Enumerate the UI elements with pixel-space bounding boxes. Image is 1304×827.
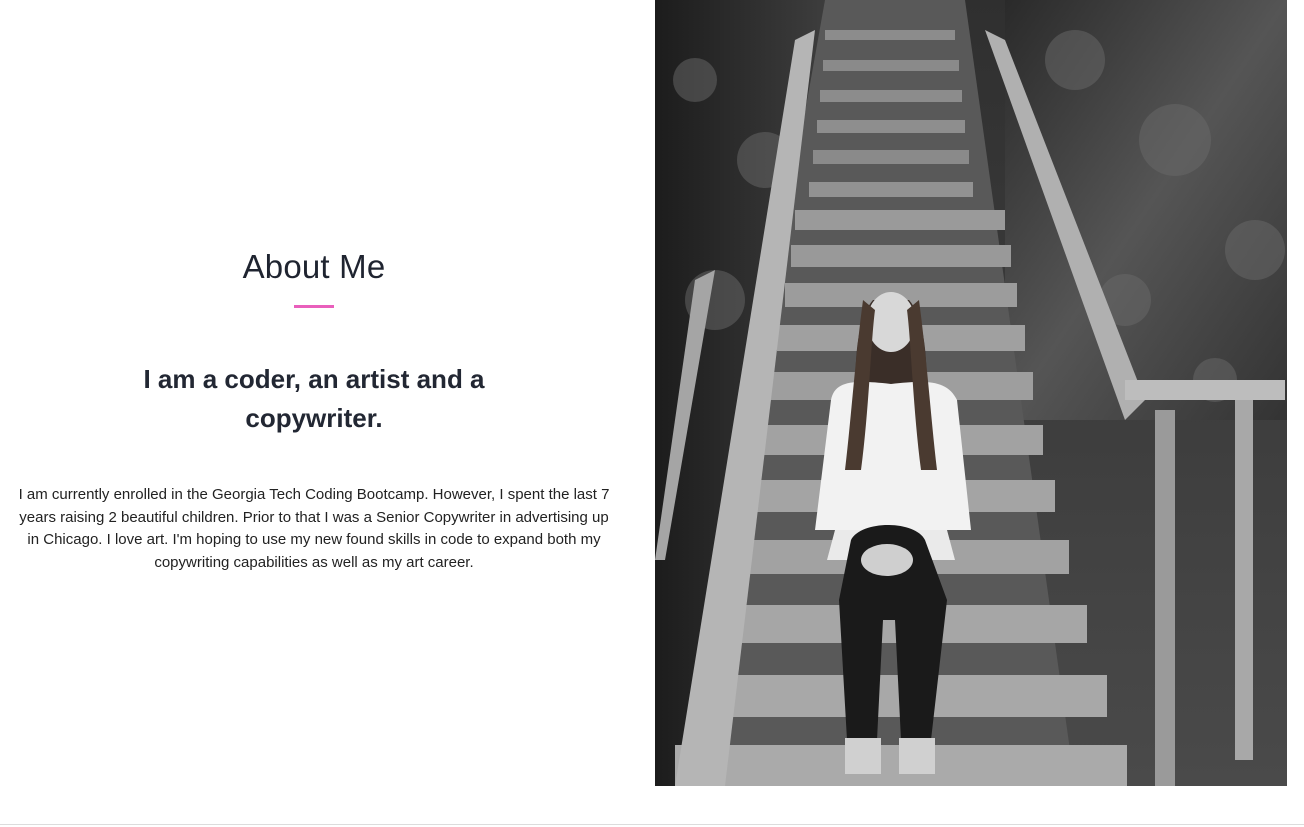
about-tagline: I am a coder, an artist and a copywriter… (143, 364, 485, 433)
about-bio-paragraph: I am currently enrolled in the Georgia T… (18, 486, 610, 571)
about-text-column: About Me I am a coder, an artist and a c… (0, 0, 628, 786)
about-heading: About Me (242, 248, 386, 285)
heading-accent-divider (294, 305, 334, 308)
portrait-photo-illustration (655, 0, 1287, 786)
about-section: About Me I am a coder, an artist and a c… (0, 0, 1304, 827)
section-divider (0, 824, 1304, 825)
portrait-photo (655, 0, 1287, 786)
